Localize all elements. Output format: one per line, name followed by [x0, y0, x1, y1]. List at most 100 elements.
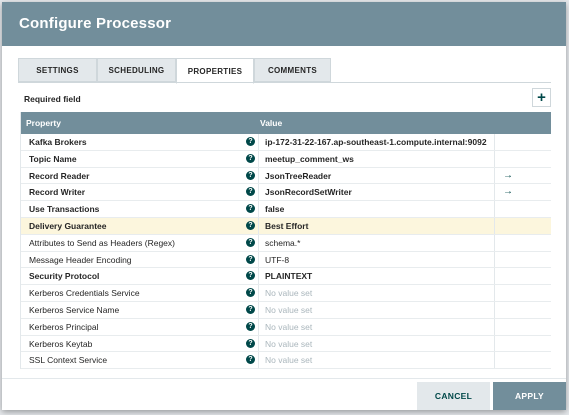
table-row[interactable]: Message Header Encoding? UTF-8: [21, 251, 551, 269]
table-row[interactable]: Attributes to Send as Headers (Regex)? sc…: [21, 234, 551, 252]
column-divider: [258, 352, 259, 369]
property-value[interactable]: PLAINTEXT: [265, 271, 312, 281]
property-name: Kerberos Principal: [29, 321, 99, 332]
property-value[interactable]: schema.*: [265, 238, 300, 248]
column-divider: [258, 285, 259, 301]
required-field-label: Required field: [24, 94, 81, 104]
column-divider: [258, 318, 259, 335]
property-value[interactable]: No value set: [265, 339, 312, 349]
tab-divider: [18, 82, 551, 83]
help-icon[interactable]: ?: [246, 237, 255, 247]
column-header-property: Property: [26, 118, 61, 128]
column-divider: [258, 150, 259, 167]
column-divider: [258, 134, 259, 150]
help-icon[interactable]: ?: [246, 170, 255, 180]
property-value[interactable]: JsonTreeReader: [265, 171, 331, 181]
column-divider: [494, 251, 495, 268]
column-divider: [258, 234, 259, 251]
column-divider: [494, 201, 495, 217]
column-divider: [494, 150, 495, 167]
property-value[interactable]: No value set: [265, 288, 312, 298]
tab-bar: SETTINGS SCHEDULING PROPERTIES COMMENTS: [18, 58, 331, 84]
property-value[interactable]: UTF-8: [265, 255, 289, 265]
help-icon[interactable]: ?: [246, 221, 255, 230]
column-divider: [494, 268, 495, 285]
column-divider: [258, 167, 259, 184]
property-name: Topic Name: [29, 153, 77, 164]
column-header-value: Value: [260, 118, 283, 128]
property-name: Record Reader: [29, 170, 90, 181]
arrow-right-icon[interactable]: →: [503, 170, 513, 181]
table-row[interactable]: Record Reader? JsonTreeReader →: [21, 167, 551, 185]
help-icon[interactable]: ?: [246, 204, 255, 214]
property-value[interactable]: ip-172-31-22-167.ap-southeast-1.compute.…: [265, 137, 487, 147]
property-value[interactable]: No value set: [265, 322, 312, 332]
property-value[interactable]: Best Effort: [265, 221, 308, 231]
help-icon[interactable]: ?: [246, 254, 255, 264]
tab-scheduling[interactable]: SCHEDULING: [97, 58, 176, 82]
property-name: Attributes to Send as Headers (Regex): [29, 237, 175, 248]
column-divider: [258, 251, 259, 268]
tab-properties[interactable]: PROPERTIES: [176, 58, 254, 84]
help-icon[interactable]: ?: [246, 305, 255, 314]
table-row[interactable]: Kerberos Service Name? No value set: [21, 302, 551, 319]
property-name: Kerberos Keytab: [29, 338, 93, 349]
help-icon[interactable]: ?: [246, 153, 255, 163]
property-name: Message Header Encoding: [29, 254, 132, 265]
column-divider: [258, 201, 259, 217]
help-icon[interactable]: ?: [246, 288, 255, 298]
dialog-title: Configure Processor: [19, 15, 172, 32]
help-icon[interactable]: ?: [246, 137, 255, 146]
dialog-header: Configure Processor: [2, 2, 566, 46]
table-row[interactable]: Delivery Guarantee? Best Effort: [21, 218, 551, 235]
help-icon[interactable]: ?: [246, 321, 255, 331]
table-header: Property Value: [21, 112, 551, 134]
properties-table: Property Value Kafka Brokers? ip-172-31-2…: [20, 112, 551, 369]
help-icon[interactable]: ?: [246, 271, 255, 281]
column-divider: [258, 268, 259, 285]
table-row[interactable]: Record Writer? JsonRecordSetWriter →: [21, 184, 551, 202]
property-value[interactable]: JsonRecordSetWriter: [265, 187, 352, 197]
column-divider: [258, 184, 259, 201]
table-row[interactable]: Topic Name? meetup_comment_ws: [21, 150, 551, 168]
table-row[interactable]: Use Transactions? false: [21, 201, 551, 218]
property-value[interactable]: No value set: [265, 355, 312, 365]
column-divider: [494, 302, 495, 318]
column-divider: [494, 285, 495, 301]
property-name: Kerberos Service Name: [29, 305, 120, 315]
column-divider: [258, 302, 259, 318]
column-divider: [494, 218, 495, 234]
property-name: Kafka Brokers: [29, 137, 87, 147]
tab-comments[interactable]: COMMENTS: [254, 58, 331, 82]
table-row[interactable]: Kerberos Credentials Service? No value se…: [21, 285, 551, 302]
property-value[interactable]: No value set: [265, 305, 312, 315]
column-divider: [258, 218, 259, 234]
table-row[interactable]: Security Protocol? PLAINTEXT: [21, 268, 551, 286]
cancel-button[interactable]: CANCEL: [417, 382, 490, 410]
column-divider: [494, 184, 495, 201]
property-name: Use Transactions: [29, 204, 100, 215]
help-icon[interactable]: ?: [246, 187, 255, 197]
column-divider: [494, 352, 495, 369]
column-divider: [258, 335, 259, 352]
property-value[interactable]: meetup_comment_ws: [265, 154, 354, 164]
help-icon[interactable]: ?: [246, 355, 255, 365]
tab-settings[interactable]: SETTINGS: [18, 58, 97, 82]
table-row[interactable]: SSL Context Service? No value set: [21, 352, 551, 369]
column-divider: [494, 134, 495, 150]
property-name: Record Writer: [29, 187, 86, 198]
plus-icon: +: [537, 89, 546, 106]
column-divider: [494, 335, 495, 352]
table-row[interactable]: Kerberos Principal? No value set: [21, 318, 551, 336]
property-name: Delivery Guarantee: [29, 221, 107, 231]
apply-button[interactable]: APPLY: [493, 382, 566, 410]
add-property-button[interactable]: +: [532, 88, 551, 107]
help-icon[interactable]: ?: [246, 338, 255, 348]
arrow-right-icon[interactable]: →: [503, 186, 513, 197]
configure-processor-dialog: Configure Processor SETTINGS SCHEDULING …: [2, 2, 566, 410]
column-divider: [494, 167, 495, 184]
table-row[interactable]: Kafka Brokers? ip-172-31-22-167.ap-southe…: [21, 134, 551, 151]
table-row[interactable]: Kerberos Keytab? No value set: [21, 335, 551, 353]
property-name: Kerberos Credentials Service: [29, 288, 140, 299]
property-value[interactable]: false: [265, 204, 284, 214]
